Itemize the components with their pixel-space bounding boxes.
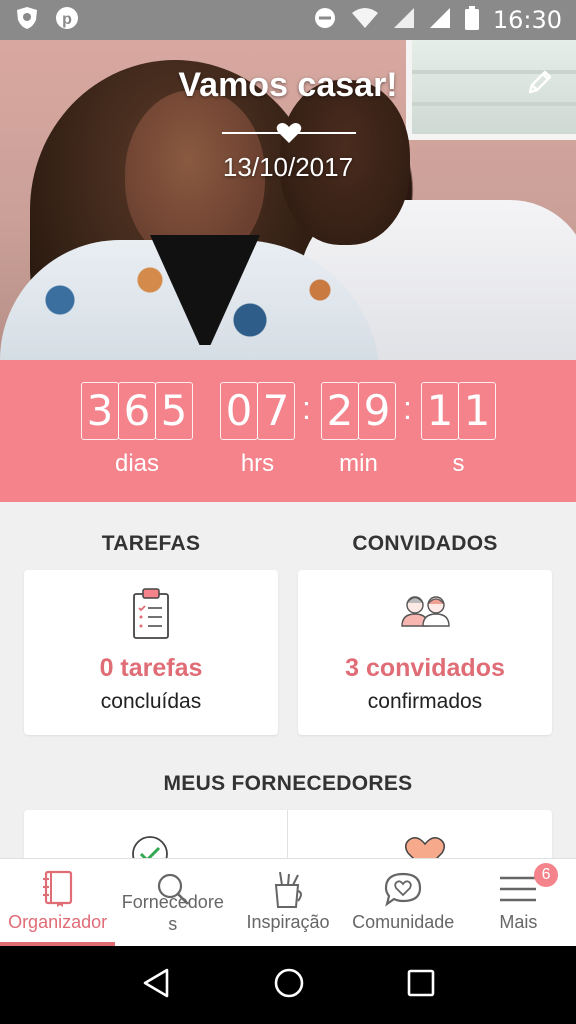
nav-label: Inspiração [246, 912, 330, 932]
guests-icon [398, 592, 452, 633]
countdown-minutes-label: min [339, 450, 378, 477]
notification-badge: 6 [534, 863, 559, 887]
countdown-hours-label: hrs [240, 450, 275, 477]
pencil-icon[interactable] [526, 68, 554, 101]
nav-item-comunidade[interactable]: Comunidade [346, 859, 461, 946]
wifi-icon [351, 6, 379, 35]
countdown-digit: 0 [220, 382, 258, 440]
nav-item-fornecedores[interactable]: Fornecedores [115, 859, 230, 946]
tasks-section-title: TAREFAS [101, 532, 201, 555]
guests-card[interactable]: 3 convidados confirmados [298, 570, 552, 735]
nav-label: Organizador [8, 912, 108, 932]
signal-icon [393, 7, 415, 34]
countdown-digit: 2 [321, 382, 359, 440]
hero-cover-photo[interactable]: Vamos casar! 13/10/2017 [0, 40, 576, 360]
bottom-navigation: Organizador Fornecedores Inspiração Comu… [0, 858, 576, 946]
back-icon[interactable] [141, 967, 171, 1004]
countdown-digit: 3 [81, 382, 119, 440]
countdown-digit: 6 [118, 382, 156, 440]
countdown-seconds: 1 1 [421, 382, 496, 440]
wedding-title: Vamos casar! [178, 66, 398, 104]
countdown-digit: 1 [421, 382, 459, 440]
countdown-panel: 3 6 5 0 7 : 2 9 : 1 1 dias hrs min s [0, 360, 576, 502]
countdown-hours: 0 7 [220, 382, 295, 440]
countdown-separator: : [302, 390, 311, 426]
countdown-digit: 7 [257, 382, 295, 440]
nav-item-organizador[interactable]: Organizador [0, 859, 116, 946]
clock-time: 16:30 [492, 6, 562, 34]
countdown-seconds-label: s [452, 450, 465, 477]
guests-count: 3 convidados [345, 654, 505, 682]
chat-heart-icon [383, 869, 423, 909]
system-navigation-bar [0, 946, 576, 1024]
signal-icon [429, 7, 451, 34]
wedding-date: 13/10/2017 [222, 152, 354, 182]
recents-icon[interactable] [407, 969, 435, 1002]
countdown-separator: : [403, 390, 412, 426]
countdown-digit: 5 [155, 382, 193, 440]
nav-item-inspiracao[interactable]: Inspiração [230, 859, 345, 946]
countdown-minutes: 2 9 [321, 382, 396, 440]
guests-subtitle: confirmados [367, 690, 483, 713]
shield-icon [14, 5, 40, 36]
countdown-days: 3 6 5 [81, 382, 193, 440]
tasks-card[interactable]: 0 tarefas concluídas [24, 570, 278, 735]
battery-icon [464, 5, 479, 35]
menu-icon [498, 869, 538, 909]
nav-label: Comunidade [352, 912, 455, 932]
guests-section-title: CONVIDADOS [352, 532, 498, 555]
svg-text:p: p [62, 11, 72, 28]
clipboard-icon [131, 586, 171, 645]
do-not-disturb-icon [313, 6, 337, 35]
app-screen: p 16:30 Vamos casar! 13/10/2017 3 6 5 0 … [0, 0, 576, 1024]
countdown-days-label: dias [114, 450, 160, 477]
nav-label: Mais [499, 912, 538, 932]
vendors-section-title: MEUS FORNECEDORES [163, 772, 413, 795]
tasks-count: 0 tarefas [99, 654, 203, 682]
pinterest-icon: p [54, 5, 80, 36]
countdown-digit: 1 [458, 382, 496, 440]
status-bar: p 16:30 [0, 0, 576, 40]
tasks-subtitle: concluídas [100, 690, 202, 713]
heart-icon [276, 122, 302, 149]
home-icon[interactable] [273, 967, 305, 1004]
notebook-icon [41, 869, 75, 909]
countdown-digit: 9 [358, 382, 396, 440]
nav-label: Fornecedores [121, 892, 224, 934]
pencil-cup-icon [270, 869, 306, 909]
nav-item-mais[interactable]: Mais 6 [461, 859, 576, 946]
